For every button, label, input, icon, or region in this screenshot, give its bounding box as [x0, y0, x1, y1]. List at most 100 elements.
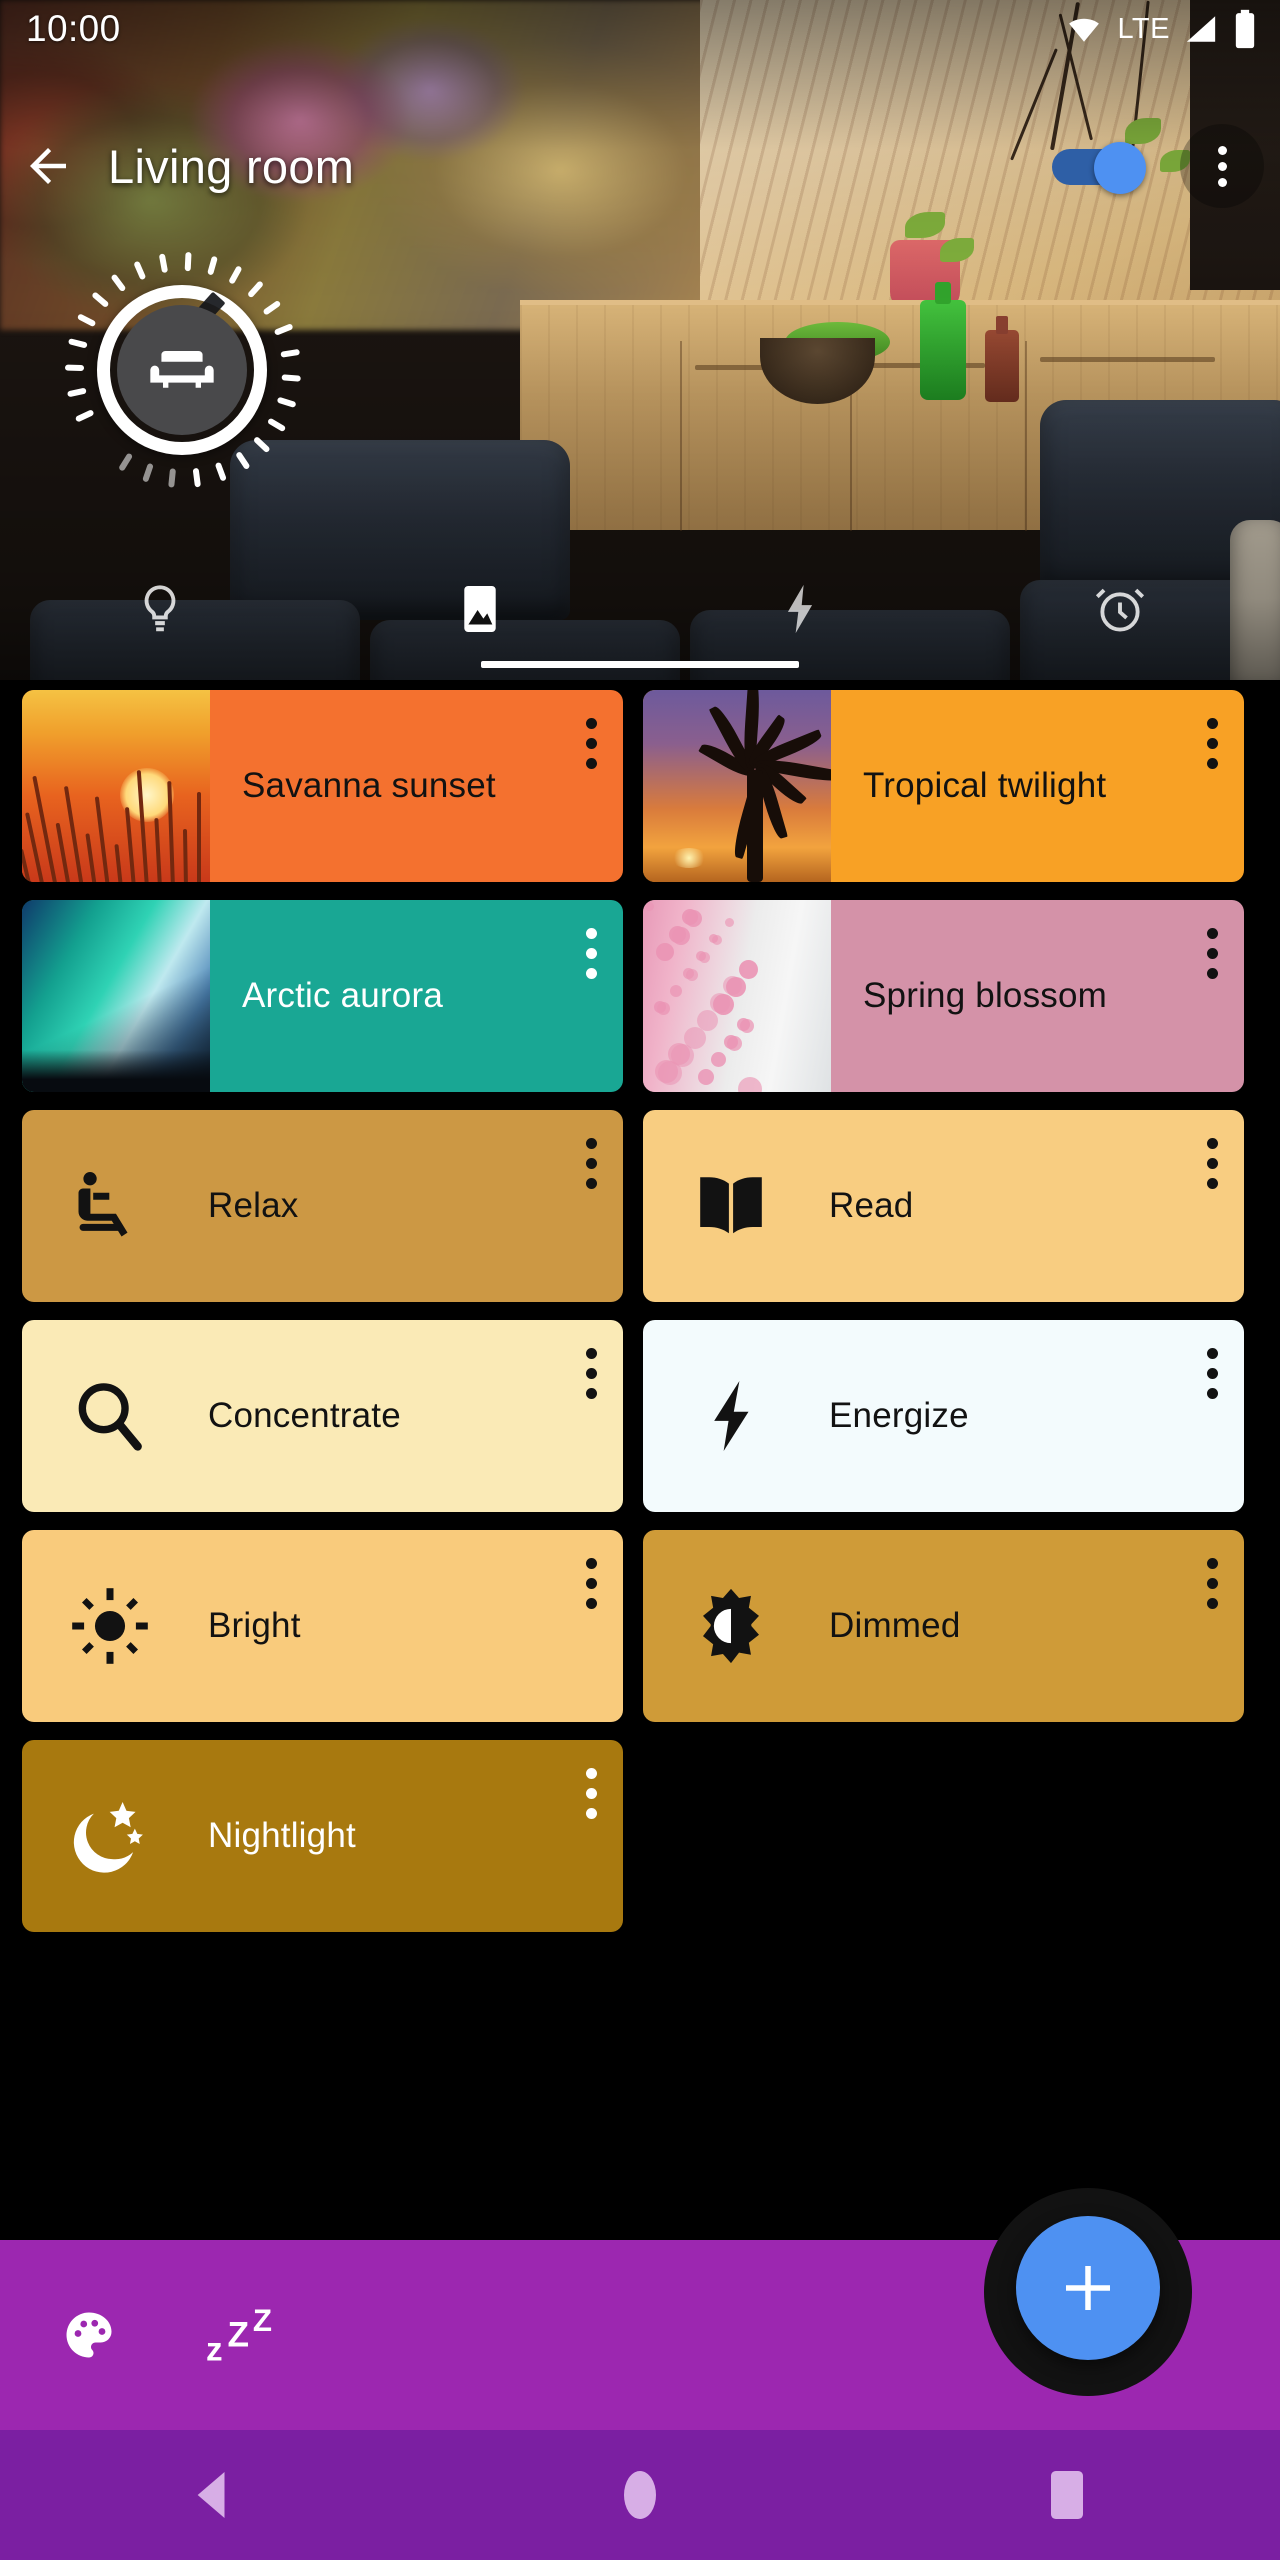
status-icons: LTE — [1063, 9, 1258, 49]
dial-tick — [252, 435, 271, 454]
dial-tick — [118, 452, 134, 472]
blossom-petal — [723, 976, 742, 995]
status-bar: 10:00 LTE — [0, 0, 1280, 58]
tab-schedules[interactable] — [960, 570, 1280, 680]
dial-tick — [235, 450, 251, 471]
status-clock: 10:00 — [26, 8, 121, 49]
scene-card[interactable]: Spring blossom — [643, 900, 1244, 1092]
scene-card[interactable]: Nightlight — [22, 1740, 623, 1932]
scene-label: Bright — [208, 1606, 301, 1645]
scene-overflow-menu-icon[interactable] — [586, 928, 597, 979]
hero-tab-bar — [0, 570, 1280, 680]
menu-dot — [1217, 145, 1227, 155]
scene-card[interactable]: Dimmed — [643, 1530, 1244, 1722]
plus-icon — [1055, 2255, 1121, 2321]
menu-dot — [586, 1558, 597, 1569]
menu-dot — [1207, 758, 1218, 769]
nav-recents-icon — [1047, 2468, 1087, 2522]
scene-card[interactable]: Bright — [22, 1530, 623, 1722]
room-power-toggle[interactable] — [1052, 142, 1146, 194]
dial-tick — [64, 364, 85, 372]
scene-card[interactable]: Energize — [643, 1320, 1244, 1512]
network-type-label: LTE — [1117, 12, 1170, 45]
scene-overflow-menu-icon[interactable] — [1207, 1558, 1218, 1609]
menu-dot — [1207, 1598, 1218, 1609]
android-back-button[interactable] — [0, 2468, 427, 2522]
dial-tick — [74, 409, 95, 423]
scene-overflow-menu-icon[interactable] — [586, 1558, 597, 1609]
menu-dot — [1207, 928, 1218, 939]
dial-tick — [192, 467, 201, 488]
scene-label: Concentrate — [208, 1396, 401, 1435]
scene-card[interactable]: Concentrate — [22, 1320, 623, 1512]
blossom-petal — [698, 1069, 714, 1085]
dial-center — [117, 305, 247, 435]
scene-label: Savanna sunset — [242, 766, 496, 805]
blossom-petal — [709, 934, 718, 943]
overflow-menu-icon[interactable] — [1180, 124, 1264, 208]
savanna-thumbnail — [22, 690, 210, 882]
scene-overflow-menu-icon[interactable] — [586, 1348, 597, 1399]
scene-overflow-menu-icon[interactable] — [1207, 1348, 1218, 1399]
dial-tick — [168, 468, 177, 488]
menu-dot — [586, 1348, 597, 1359]
tab-scenes[interactable] — [320, 570, 799, 680]
scene-card[interactable]: Savanna sunset — [22, 690, 623, 882]
back-arrow-icon[interactable] — [0, 139, 96, 193]
scene-label: Energize — [829, 1396, 969, 1435]
scene-overflow-menu-icon[interactable] — [1207, 718, 1218, 769]
bottom-bar-actions: z Z Z — [0, 2240, 292, 2430]
dial-tick — [91, 291, 110, 309]
magnifier-icon — [50, 1374, 170, 1458]
color-picker-button[interactable] — [46, 2292, 132, 2378]
menu-dot — [1207, 738, 1218, 749]
grass-blade — [197, 792, 201, 882]
scene-overflow-menu-icon[interactable] — [586, 718, 597, 769]
menu-dot — [1207, 1558, 1218, 1569]
scene-overflow-menu-icon[interactable] — [1207, 928, 1218, 979]
dial-tick — [133, 260, 147, 281]
blossom-petal — [710, 993, 730, 1013]
brightness-dial[interactable] — [62, 250, 302, 490]
blossom-petal — [697, 1010, 718, 1031]
menu-dot — [1207, 1348, 1218, 1359]
blossom-petal — [645, 902, 654, 911]
scene-overflow-menu-icon[interactable] — [1207, 1138, 1218, 1189]
android-recents-button[interactable] — [853, 2468, 1280, 2522]
toggle-thumb — [1094, 142, 1146, 194]
sofa-icon — [144, 332, 220, 408]
scene-card[interactable]: Tropical twilight — [643, 690, 1244, 882]
blossom-petal — [668, 1043, 690, 1065]
scene-card[interactable]: Read — [643, 1110, 1244, 1302]
blossom-petal — [669, 926, 686, 943]
scene-card[interactable]: Relax — [22, 1110, 623, 1302]
scene-label: Dimmed — [829, 1606, 961, 1645]
scene-overflow-menu-icon[interactable] — [586, 1138, 597, 1189]
aurora-thumbnail — [22, 900, 210, 1092]
dial-tick — [76, 313, 97, 328]
blossom-petal — [682, 909, 698, 925]
svg-text:Z: Z — [228, 2316, 250, 2355]
alarm-clock-icon — [1091, 580, 1149, 638]
menu-dot — [586, 1578, 597, 1589]
menu-dot — [1207, 1578, 1218, 1589]
menu-dot — [1207, 1138, 1218, 1149]
scene-card[interactable]: Arctic aurora — [22, 900, 623, 1092]
dial-tick — [281, 374, 301, 382]
add-scene-fab[interactable] — [1016, 2216, 1160, 2360]
android-home-button[interactable] — [427, 2467, 854, 2523]
open-book-icon — [671, 1164, 791, 1248]
blossom-petal — [725, 918, 734, 927]
tab-lights[interactable] — [0, 570, 320, 680]
recliner-icon — [50, 1164, 170, 1248]
nav-home-icon — [620, 2467, 660, 2523]
dial-tick — [158, 253, 169, 274]
menu-dot — [1217, 177, 1227, 187]
scene-overflow-menu-icon[interactable] — [586, 1768, 597, 1819]
dial-tick — [184, 251, 192, 272]
menu-dot — [586, 718, 597, 729]
blossom-petal — [696, 951, 706, 961]
blossom-petal — [737, 1018, 750, 1031]
sleep-button[interactable]: z Z Z — [206, 2292, 292, 2378]
dial-tick — [228, 265, 243, 285]
